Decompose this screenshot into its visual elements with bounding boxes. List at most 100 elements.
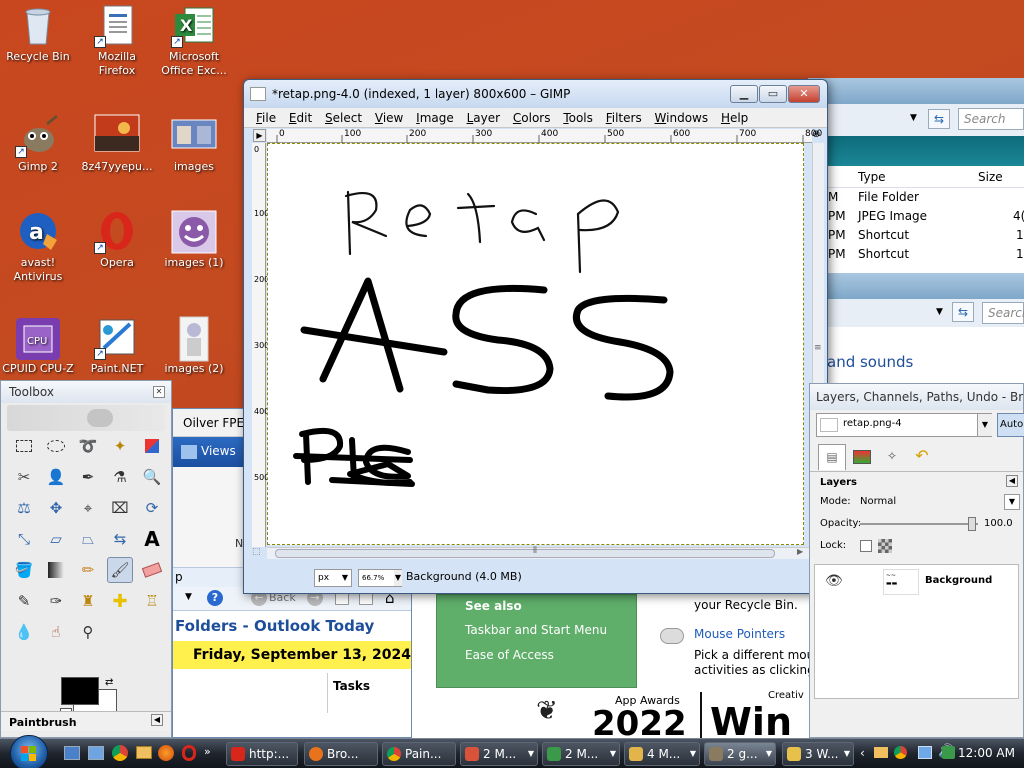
opacity-slider[interactable] xyxy=(860,523,978,525)
menu-file[interactable]: File xyxy=(256,108,276,128)
channels-tab-icon[interactable] xyxy=(848,444,876,468)
text-icon[interactable]: A xyxy=(139,526,165,552)
eye-icon[interactable]: 👁 xyxy=(825,573,843,589)
menu-tools[interactable]: Tools xyxy=(563,108,593,128)
paths-tab-icon[interactable]: ✧ xyxy=(878,444,906,468)
ellipse-select-icon[interactable] xyxy=(43,433,69,459)
menu-filters[interactable]: Filters xyxy=(606,108,642,128)
perspective-icon[interactable]: ⏢ xyxy=(75,526,101,552)
desktop-icon-cpuz[interactable]: CPU CPUID CPU-Z xyxy=(0,316,78,376)
list-item[interactable]: PM JPEG Image 4( xyxy=(808,207,1024,226)
swap-colors-icon[interactable]: ⇄ xyxy=(105,677,113,688)
flip-icon[interactable]: ⇆ xyxy=(107,526,133,552)
dropdown-arrow-icon[interactable]: ▼ xyxy=(936,307,943,317)
pencil-icon[interactable]: ✏ xyxy=(75,557,101,583)
menu-colors[interactable]: Colors xyxy=(513,108,551,128)
fuzzy-select-icon[interactable]: ✦ xyxy=(107,433,133,459)
refresh-icon[interactable]: ⇆ xyxy=(952,302,974,322)
desktop-icon-firefox[interactable]: ↗ Mozilla Firefox xyxy=(77,4,157,78)
layer-name[interactable]: Background xyxy=(925,575,992,586)
zoom-icon[interactable]: 🔍 xyxy=(139,464,165,490)
scissors-icon[interactable]: ✂ xyxy=(11,464,37,490)
smudge-icon[interactable]: ☝ xyxy=(43,619,69,645)
unit-select[interactable]: px ▼ xyxy=(314,569,352,587)
search-input[interactable]: Search xyxy=(982,302,1024,324)
column-type[interactable]: Type xyxy=(858,166,886,188)
list-item[interactable]: PM Shortcut 1 xyxy=(808,245,1024,264)
lasso-icon[interactable]: ➰ xyxy=(75,433,101,459)
chrome-icon[interactable] xyxy=(112,745,128,761)
opacity-value[interactable]: 100.0 xyxy=(984,518,1013,529)
mode-value[interactable]: Normal xyxy=(860,496,896,507)
menu-view[interactable]: View xyxy=(375,108,403,128)
menu-arrow-icon[interactable]: ◀ xyxy=(1006,475,1018,487)
perspective-clone-icon[interactable]: ♖ xyxy=(139,588,165,614)
menu-windows[interactable]: Windows xyxy=(655,108,709,128)
layer-row[interactable]: 👁 ~~ ▬▬ Background xyxy=(815,565,1018,599)
show-desktop-icon[interactable] xyxy=(64,746,80,760)
overflow-icon[interactable]: » xyxy=(204,745,211,758)
column-size[interactable]: Size xyxy=(978,166,1003,188)
color-select-icon[interactable] xyxy=(139,433,165,459)
navigate-icon[interactable]: ⊕ xyxy=(812,129,824,143)
clock[interactable]: 12:00 AM xyxy=(958,746,1015,760)
foreground-color-swatch[interactable] xyxy=(61,677,99,705)
firefox-icon[interactable] xyxy=(158,745,174,761)
measure-icon[interactable]: ⚖ xyxy=(11,495,37,521)
image-canvas[interactable] xyxy=(267,143,804,545)
blend-icon[interactable] xyxy=(43,557,69,583)
layers-dock[interactable]: Layers, Channels, Paths, Undo - Br... re… xyxy=(809,383,1024,738)
control-panel-window[interactable]: ▼ ⇆ Search and sounds xyxy=(808,273,1024,383)
layers-dock-title[interactable]: Layers, Channels, Paths, Undo - Br... xyxy=(810,384,1023,410)
mode-dropdown[interactable]: ▼ xyxy=(1004,494,1020,510)
desktop-icon-gimp[interactable]: ↗ Gimp 2 xyxy=(0,114,78,174)
opacity-slider-handle[interactable] xyxy=(968,517,976,531)
crop-icon[interactable]: ⌧ xyxy=(107,495,133,521)
desktop-icon-recycle-bin[interactable]: Recycle Bin xyxy=(0,4,78,64)
zoom-corner-icon[interactable]: ⬚ xyxy=(252,547,266,559)
rect-select-icon[interactable] xyxy=(11,433,37,459)
ink-icon[interactable]: ✑ xyxy=(43,588,69,614)
desktop-icon-paintnet[interactable]: ↗ Paint.NET xyxy=(77,316,157,376)
tray-expand-icon[interactable]: ‹ xyxy=(860,746,865,760)
taskbar-button-gimp[interactable]: 2 g... ▼ xyxy=(704,742,776,766)
views-label[interactable]: Views xyxy=(201,444,236,458)
auto-button[interactable]: Auto xyxy=(997,413,1024,437)
mail-icon[interactable] xyxy=(136,746,152,759)
shear-icon[interactable]: ▱ xyxy=(43,526,69,552)
menu-edit[interactable]: Edit xyxy=(289,108,312,128)
rotate-icon[interactable]: ⟳ xyxy=(139,495,165,521)
menu-arrow-icon[interactable]: ◀ xyxy=(151,714,163,726)
desktop-icon-excel[interactable]: X ↗ Microsoft Office Exc... xyxy=(154,4,234,78)
horizontal-scrollbar[interactable]: ⦀ ▶ xyxy=(267,546,812,559)
horizontal-ruler[interactable]: 0 100 200 300 400 500 600 700 800 xyxy=(267,129,822,143)
menu-arrow-button[interactable]: ▶ xyxy=(253,129,266,142)
move-icon[interactable]: ✥ xyxy=(43,495,69,521)
list-item[interactable]: M File Folder xyxy=(808,188,1024,207)
list-item[interactable]: PM Shortcut 1 xyxy=(808,226,1024,245)
search-input[interactable]: Search xyxy=(958,108,1024,130)
toolbox-title-bar[interactable]: Toolbox ✕ xyxy=(1,381,171,403)
network-icon[interactable] xyxy=(918,746,932,759)
airbrush-icon[interactable]: ✎ xyxy=(11,588,37,614)
blur-icon[interactable]: 💧 xyxy=(11,619,37,645)
opera-icon[interactable] xyxy=(182,745,196,761)
taskbar-button-chrome[interactable]: Pain... xyxy=(382,742,456,766)
taskbar-button-firefox[interactable]: Bro... xyxy=(304,742,378,766)
taskbar-button-group-1[interactable]: 2 M... ▼ xyxy=(460,742,538,766)
desktop-icon-avast[interactable]: a avast! Antivirus xyxy=(0,210,78,284)
heal-icon[interactable]: ✚ xyxy=(107,588,133,614)
tray-app-icon[interactable] xyxy=(942,746,955,759)
menu-select[interactable]: Select xyxy=(325,108,362,128)
scale-icon[interactable]: ⤡ xyxy=(11,526,37,552)
gimp-image-window[interactable]: *retap.png-4.0 (indexed, 1 layer) 800x60… xyxy=(243,79,828,594)
clone-icon[interactable]: ♜ xyxy=(75,588,101,614)
desktop-icon-images-1[interactable]: images (1) xyxy=(154,210,234,270)
link-ease-of-access[interactable]: Ease of Access xyxy=(465,648,554,662)
start-button[interactable] xyxy=(10,735,48,768)
gimp-title-bar[interactable]: *retap.png-4.0 (indexed, 1 layer) 800x60… xyxy=(244,80,827,108)
tray-chrome-icon[interactable] xyxy=(894,746,907,759)
foreground-select-icon[interactable]: 👤 xyxy=(43,464,69,490)
taskbar-button-group-3[interactable]: 4 M... ▼ xyxy=(624,742,700,766)
mouse-pointers-link[interactable]: Mouse Pointers xyxy=(694,627,785,641)
